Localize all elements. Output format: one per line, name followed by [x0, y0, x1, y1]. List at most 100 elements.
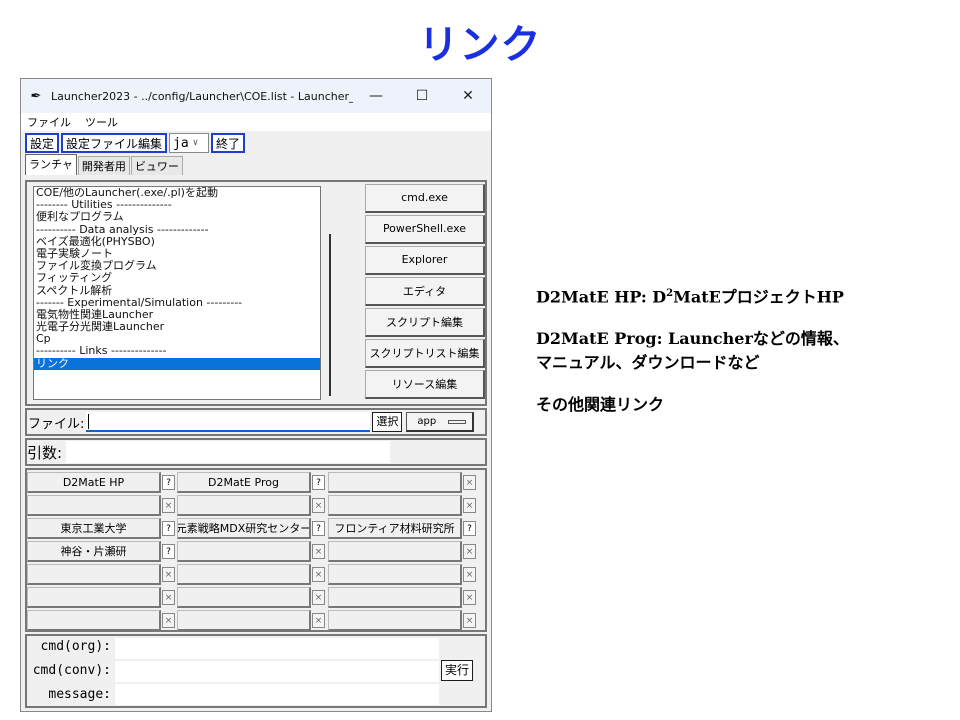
link-button[interactable]: [328, 472, 462, 493]
menu-indicator-icon: [448, 419, 467, 424]
clear-icon[interactable]: ×: [463, 567, 476, 582]
edit-settings-file-button[interactable]: 設定ファイル編集: [61, 133, 168, 153]
note-hp-suffix: MatEプロジェクトHP: [673, 287, 844, 307]
program-listbox[interactable]: COE/他のLauncher(.exe/.pl)を起動 -------- Util…: [33, 186, 321, 400]
link-button[interactable]: D2MatE HP: [27, 472, 161, 493]
resource-edit-button[interactable]: リソース編集: [365, 369, 485, 399]
app-menu-label: app: [417, 416, 437, 427]
text-cursor: [88, 414, 90, 429]
clear-icon[interactable]: ×: [162, 590, 175, 605]
link-button[interactable]: 神谷・片瀬研: [27, 541, 161, 562]
link-button[interactable]: [177, 495, 311, 516]
language-select[interactable]: ja ∨: [169, 133, 210, 153]
tab-launcher[interactable]: ランチャ: [25, 154, 77, 175]
listbox-scrollbar[interactable]: [324, 186, 360, 400]
args-label: 引数:: [27, 443, 63, 462]
list-item[interactable]: 光電子分光関連Launcher: [34, 320, 320, 333]
title-bar[interactable]: ✒ Launcher2023 - ../config/Launcher\COE.…: [21, 79, 491, 113]
message-label: message:: [48, 687, 111, 702]
launcher-window: ✒ Launcher2023 - ../config/Launcher\COE.…: [20, 78, 492, 712]
powershell-button[interactable]: PowerShell.exe: [365, 214, 485, 244]
note-prog-line1: D2MatE Prog: Launcherなどの情報、: [536, 329, 849, 349]
feather-icon: ✒: [30, 88, 42, 104]
cmd-conv-label: cmd(conv):: [32, 663, 111, 678]
app-menu-button[interactable]: app: [406, 412, 475, 432]
scrollbar-thumb[interactable]: [329, 234, 331, 396]
minimize-button[interactable]: —: [353, 88, 399, 104]
link-button[interactable]: [27, 610, 161, 631]
tab-developer[interactable]: 開発者用: [77, 156, 130, 175]
args-input[interactable]: [66, 441, 391, 463]
list-item[interactable]: ---------- Data analysis -------------: [34, 223, 320, 236]
settings-button[interactable]: 設定: [25, 133, 60, 153]
menu-bar: ファイル ツール: [21, 113, 491, 131]
link-button[interactable]: [328, 564, 462, 585]
clear-icon[interactable]: ×: [162, 613, 175, 628]
toolbar: 設定 設定ファイル編集 ja ∨ 終了: [21, 131, 491, 155]
clear-icon[interactable]: ×: [162, 498, 175, 513]
list-item[interactable]: スペクトル解析: [34, 284, 320, 297]
window-title: Launcher2023 - ../config/Launcher\COE.li…: [51, 89, 353, 103]
link-button[interactable]: [177, 587, 311, 608]
cmd-conv-input[interactable]: [115, 661, 439, 682]
clear-icon[interactable]: ×: [312, 544, 325, 559]
links-grid: D2MatE HP? D2MatE Prog? × × × × 東京工業大学? 元素戦略MDX…: [25, 468, 487, 632]
link-button[interactable]: [328, 610, 462, 631]
close-button[interactable]: ✕: [445, 88, 491, 104]
maximize-button[interactable]: ☐: [399, 88, 445, 104]
link-button[interactable]: [27, 587, 161, 608]
help-icon[interactable]: ?: [162, 521, 175, 536]
file-row: ファイル: 選択 app: [25, 408, 487, 436]
help-icon[interactable]: ?: [463, 521, 476, 536]
run-button[interactable]: 実行: [441, 660, 474, 681]
clear-icon[interactable]: ×: [463, 544, 476, 559]
list-item[interactable]: フィッティング: [34, 272, 320, 284]
help-icon[interactable]: ?: [312, 475, 325, 490]
list-item[interactable]: リンク: [34, 357, 320, 370]
help-icon[interactable]: ?: [162, 544, 175, 559]
link-button[interactable]: [328, 587, 462, 608]
side-buttons: cmd.exe PowerShell.exe Explorer エディタ スクリプト編集…: [365, 182, 485, 399]
explorer-button[interactable]: Explorer: [365, 245, 485, 275]
cmd-org-input[interactable]: [115, 638, 439, 659]
script-edit-button[interactable]: スクリプト編集: [365, 307, 485, 337]
cmd-exe-button[interactable]: cmd.exe: [365, 183, 485, 213]
tab-viewer[interactable]: ビュワー: [130, 156, 183, 175]
link-button[interactable]: [177, 541, 311, 562]
clear-icon[interactable]: ×: [312, 613, 325, 628]
link-button[interactable]: [27, 564, 161, 585]
clear-icon[interactable]: ×: [463, 475, 476, 490]
select-file-button[interactable]: 選択: [372, 412, 403, 432]
script-list-edit-button[interactable]: スクリプトリスト編集: [365, 338, 485, 368]
link-button[interactable]: [328, 495, 462, 516]
quit-button[interactable]: 終了: [211, 133, 246, 153]
slide-title: リンク: [418, 22, 542, 68]
link-button[interactable]: フロンティア材料研究所: [328, 518, 462, 539]
clear-icon[interactable]: ×: [312, 590, 325, 605]
clear-icon[interactable]: ×: [463, 498, 476, 513]
help-icon[interactable]: ?: [162, 475, 175, 490]
link-button[interactable]: D2MatE Prog: [177, 472, 311, 493]
clear-icon[interactable]: ×: [463, 590, 476, 605]
launcher-panel: COE/他のLauncher(.exe/.pl)を起動 -------- Util…: [25, 180, 487, 406]
clear-icon[interactable]: ×: [463, 613, 476, 628]
link-button[interactable]: 東京工業大学: [27, 518, 161, 539]
menu-tools[interactable]: ツール: [85, 114, 118, 130]
clear-icon[interactable]: ×: [312, 567, 325, 582]
list-item[interactable]: 便利なプログラム: [34, 211, 320, 223]
file-label: ファイル:: [28, 416, 85, 432]
menu-file[interactable]: ファイル: [27, 114, 71, 130]
command-box: cmd(org): cmd(conv): 実行 message:: [25, 634, 487, 708]
args-row: 引数:: [25, 438, 487, 466]
link-button[interactable]: [27, 495, 161, 516]
link-button[interactable]: 元素戦略MDX研究センター: [177, 518, 311, 539]
help-icon[interactable]: ?: [312, 521, 325, 536]
editor-button[interactable]: エディタ: [365, 276, 485, 306]
file-input[interactable]: [86, 412, 371, 432]
link-button[interactable]: [328, 541, 462, 562]
list-item[interactable]: ---------- Links --------------: [34, 345, 320, 357]
clear-icon[interactable]: ×: [162, 567, 175, 582]
link-button[interactable]: [177, 610, 311, 631]
clear-icon[interactable]: ×: [312, 498, 325, 513]
link-button[interactable]: [177, 564, 311, 585]
